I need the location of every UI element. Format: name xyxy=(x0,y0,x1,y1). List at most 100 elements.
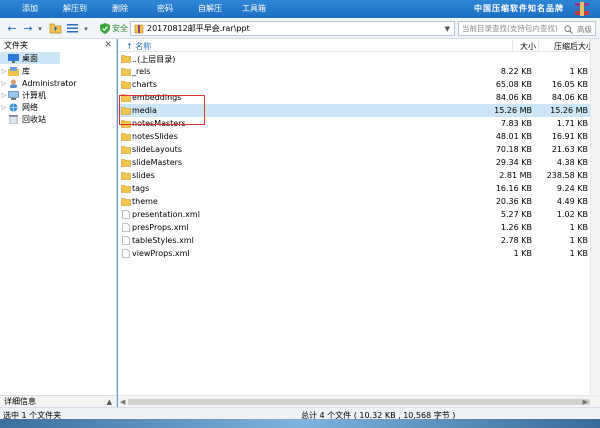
row-name: viewProps.xml xyxy=(132,249,190,258)
row-name: ..(上层目录) xyxy=(132,55,176,64)
folder-row[interactable]: ..(上层目录) xyxy=(118,52,590,65)
file-row[interactable]: tableStyles.xml 2.78 KB 1 KB xyxy=(118,234,590,247)
column-name[interactable]: ↑ 名称 xyxy=(126,41,151,52)
row-name: tags xyxy=(132,184,150,193)
search-icon[interactable] xyxy=(564,25,573,34)
add-button[interactable]: 添加 xyxy=(22,3,38,14)
row-name: _rels xyxy=(132,67,151,76)
close-icon[interactable]: ✕ xyxy=(104,40,112,50)
row-packed-size: 1 KB xyxy=(569,236,588,245)
advanced-search-button[interactable]: 高级 xyxy=(577,24,592,35)
folder-row[interactable]: charts 65.08 KB 16.05 KB xyxy=(118,78,590,91)
toolbox-button[interactable]: 工具箱 xyxy=(242,3,266,14)
row-size: 15.26 MB xyxy=(494,106,532,115)
delete-button[interactable]: 删除 xyxy=(112,3,128,14)
extract-to-button[interactable]: 解压到 xyxy=(63,3,87,14)
row-size: 2.81 MB xyxy=(499,171,532,180)
details-label: 详细信息 xyxy=(4,397,36,406)
row-name: charts xyxy=(132,80,157,89)
main-toolbar: 添加 解压到 删除 密码 自解压 工具箱 中国压缩软件知名品牌 xyxy=(0,0,600,18)
row-packed-size: 21.63 KB xyxy=(551,145,588,154)
scroll-left-icon[interactable]: ◀ xyxy=(120,398,125,406)
tree-item-label: 网络 xyxy=(22,102,38,112)
tree-item-recycle-bin[interactable]: 回收站 xyxy=(0,113,117,125)
address-dropdown-icon[interactable]: ▼ xyxy=(445,25,450,33)
row-name: presentation.xml xyxy=(132,210,200,219)
row-name: slideLayouts xyxy=(132,145,182,154)
shield-check-icon xyxy=(100,22,110,34)
folder-icon xyxy=(121,133,131,141)
folder-icon xyxy=(121,198,131,206)
user-icon xyxy=(10,79,17,88)
folder-row[interactable]: slideMasters 29.34 KB 4.38 KB xyxy=(118,156,590,169)
file-row[interactable]: presentation.xml 5.27 KB 1.02 KB xyxy=(118,208,590,221)
address-field[interactable]: 20170812邮平早会.rar\ppt ▼ xyxy=(130,21,455,36)
status-bar: 选中 1 个文件夹 总计 4 个文件 ( 10.32 KB , 10,568 字… xyxy=(0,407,600,420)
row-name: slideMasters xyxy=(132,158,183,167)
search-placeholder: 当前目录查找(支持包内查找) xyxy=(462,24,558,33)
file-row[interactable]: presProps.xml 1.26 KB 1 KB xyxy=(118,221,590,234)
chevron-up-icon: ▲ xyxy=(106,397,112,406)
sort-up-icon: ↑ xyxy=(126,42,136,51)
horizontal-scrollbar[interactable]: ◀ ▶ xyxy=(118,395,600,407)
expand-arrow-icon[interactable]: ▷ xyxy=(0,104,8,111)
view-list-icon[interactable] xyxy=(66,22,79,35)
column-size[interactable]: 大小 xyxy=(520,41,536,52)
scroll-right-icon[interactable]: ▶ xyxy=(583,398,588,406)
scroll-thumb[interactable] xyxy=(128,399,590,405)
up-folder-icon[interactable] xyxy=(48,22,62,35)
password-button[interactable]: 密码 xyxy=(157,3,173,14)
safe-label: 安全 xyxy=(112,23,128,33)
expand-arrow-icon[interactable]: ▷ xyxy=(0,92,8,99)
column-packed-size[interactable]: 压缩后大小 xyxy=(554,41,594,52)
row-packed-size: 16.05 KB xyxy=(551,80,588,89)
tree-item-label: 桌面 xyxy=(22,53,38,63)
view-dropdown-icon[interactable]: ▾ xyxy=(82,22,90,35)
tree-item-label: Administrator xyxy=(22,78,77,88)
forward-arrow-icon[interactable]: → xyxy=(22,22,34,35)
search-field[interactable]: 当前目录查找(支持包内查找) 高级 xyxy=(458,21,596,36)
winrar-logo-icon xyxy=(575,2,589,16)
folder-icon xyxy=(121,159,131,167)
archive-icon xyxy=(134,24,144,33)
tree-item-network[interactable]: ▷ 网络 xyxy=(0,101,117,113)
history-dropdown-icon[interactable]: ▾ xyxy=(36,22,44,35)
file-list-header: ↑ 名称 大小 压缩后大小 xyxy=(118,39,600,52)
tree-item-label: 计算机 xyxy=(22,90,46,100)
self-extract-button[interactable]: 自解压 xyxy=(198,3,222,14)
row-packed-size: 238.58 KB xyxy=(546,171,588,180)
folder-row[interactable]: theme 20.36 KB 4.49 KB xyxy=(118,195,590,208)
expand-arrow-icon[interactable]: ▷ xyxy=(0,68,8,75)
row-packed-size: 1.71 KB xyxy=(556,119,588,128)
row-packed-size: 1 KB xyxy=(569,67,588,76)
details-panel-toggle[interactable]: 详细信息 ▲ xyxy=(0,395,116,407)
tree-item-desktop[interactable]: 桌面 xyxy=(0,52,60,64)
folder-row[interactable]: slideLayouts 70.18 KB 21.63 KB xyxy=(118,143,590,156)
vertical-scrollbar[interactable] xyxy=(590,39,600,394)
folder-icon xyxy=(121,185,131,193)
folder-pane-header: 文件夹 ✕ xyxy=(0,39,116,51)
back-arrow-icon[interactable]: ← xyxy=(6,22,18,35)
folder-row[interactable]: slides 2.81 MB 238.58 KB xyxy=(118,169,590,182)
row-size: 5.27 KB xyxy=(500,210,532,219)
file-icon xyxy=(122,236,130,245)
brand-slogan: 中国压缩软件知名品牌 xyxy=(474,3,564,13)
expand-arrow-icon[interactable]: ▷ xyxy=(0,80,8,87)
row-packed-size: 1.02 KB xyxy=(556,210,588,219)
row-size: 48.01 KB xyxy=(495,132,532,141)
file-row[interactable]: viewProps.xml 1 KB 1 KB xyxy=(118,247,590,260)
row-packed-size: 4.38 KB xyxy=(556,158,588,167)
file-icon xyxy=(122,249,130,258)
tree-item-computer[interactable]: ▷ 计算机 xyxy=(0,89,117,101)
folder-row[interactable]: _rels 8.22 KB 1 KB xyxy=(118,65,590,78)
safe-indicator: 安全 xyxy=(100,21,128,35)
row-name: tableStyles.xml xyxy=(132,236,194,245)
tree-item-administrator[interactable]: ▷ Administrator xyxy=(0,77,117,89)
row-packed-size: 4.49 KB xyxy=(556,197,588,206)
folder-row[interactable]: tags 16.16 KB 9.24 KB xyxy=(118,182,590,195)
tree-item-library[interactable]: ▷ 库 xyxy=(0,65,117,77)
folder-row[interactable]: notesSlides 48.01 KB 16.91 KB xyxy=(118,130,590,143)
row-size: 84.06 KB xyxy=(495,93,532,102)
row-size: 29.34 KB xyxy=(495,158,532,167)
folder-icon xyxy=(121,68,131,76)
